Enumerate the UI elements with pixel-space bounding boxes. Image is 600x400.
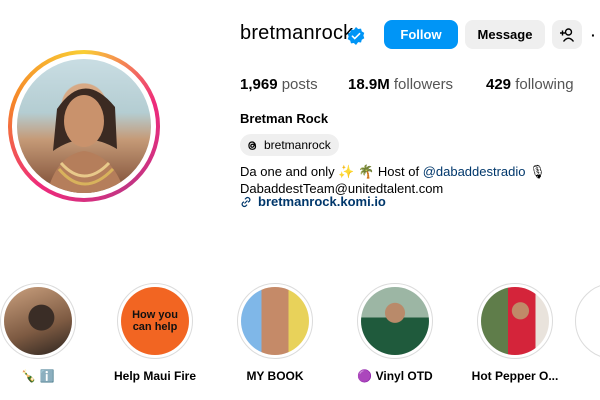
verified-badge-icon — [347, 27, 365, 45]
highlight-item[interactable]: How you can help Help Maui Fire — [95, 283, 215, 383]
posts-label: posts — [281, 76, 318, 93]
highlight-item[interactable]: Hot Pepper O... — [455, 283, 575, 383]
highlight-item[interactable]: 🍾 ℹ️ — [0, 283, 98, 383]
followers-count: 18.9M — [348, 76, 390, 93]
following-label: following — [515, 76, 574, 93]
threads-badge[interactable]: bretmanrock — [240, 134, 339, 156]
add-user-icon — [560, 27, 575, 42]
highlight-cover-text: How you can help — [132, 309, 178, 333]
highlight-cover — [481, 287, 549, 355]
posts-stat[interactable]: 1,969 posts — [240, 76, 318, 93]
avatar-image — [17, 59, 151, 193]
username: bretmanrock — [240, 22, 354, 44]
following-count: 429 — [486, 76, 512, 93]
highlight-label: 🟣 Vinyl OTD — [357, 369, 433, 383]
link-icon — [241, 196, 251, 207]
threads-handle: bretmanrock — [264, 138, 331, 152]
highlight-label: Help Maui Fire — [113, 369, 196, 383]
bio-mention-link[interactable]: @dabaddestradio — [423, 164, 526, 179]
followers-label: followers — [393, 76, 454, 93]
bio: Da one and only ✨ 🌴 Host of @dabaddestra… — [240, 163, 546, 197]
highlight-item[interactable]: MY BOOK — [215, 283, 335, 383]
follow-button[interactable]: Follow — [384, 20, 458, 49]
threads-icon — [248, 140, 257, 150]
highlight-label: MY BOOK — [246, 369, 304, 383]
highlight-item[interactable]: 🟣 Vinyl OTD — [335, 283, 455, 383]
highlight-item-partial[interactable] — [575, 283, 600, 359]
following-stat[interactable]: 429 following — [486, 76, 574, 93]
posts-count: 1,969 — [240, 76, 278, 93]
highlight-cover — [241, 287, 309, 355]
suggested-accounts-button[interactable] — [552, 20, 582, 49]
profile-link[interactable]: bretmanrock.komi.io — [240, 194, 386, 209]
highlight-cover — [4, 287, 72, 355]
bio-text: Da one and only ✨ 🌴 Host of — [240, 164, 423, 179]
bio-emoji: 🎙 — [525, 164, 546, 179]
highlight-label: 🍾 ℹ️ — [21, 369, 55, 383]
profile-avatar[interactable] — [8, 50, 160, 202]
message-button[interactable]: Message — [465, 20, 545, 49]
highlight-cover: How you can help — [121, 287, 189, 355]
highlight-cover — [361, 287, 429, 355]
followers-stat[interactable]: 18.9M followers — [348, 76, 453, 93]
more-options-icon[interactable]: · — [591, 27, 596, 43]
profile-link-text: bretmanrock.komi.io — [258, 194, 386, 209]
full-name: Bretman Rock — [240, 111, 329, 126]
highlight-label: Hot Pepper O... — [471, 369, 559, 383]
